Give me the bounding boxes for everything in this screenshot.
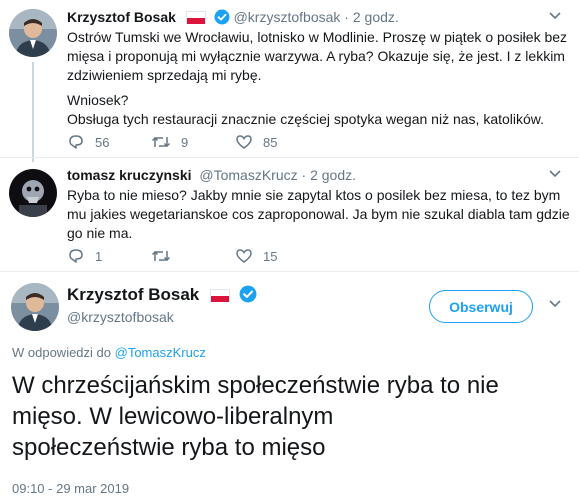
retweet-icon (151, 136, 171, 148)
reply-count: 1 (95, 248, 103, 264)
tweet-time[interactable]: 2 godz. (353, 9, 399, 25)
tweet-line: mięsa i proponują mi wyłącznie warzywa. … (67, 48, 565, 64)
like-count: 15 (263, 248, 278, 264)
chevron-down-icon[interactable] (548, 10, 562, 24)
tweet-actions: 1 15 (67, 248, 367, 268)
reply-button[interactable]: 1 (67, 248, 102, 264)
chevron-down-icon[interactable] (548, 168, 562, 182)
tweet-1[interactable]: Krzysztof Bosak @krzysztofbosak · 2 godz… (0, 0, 579, 162)
retweet-icon (151, 250, 171, 262)
author-handle[interactable]: @TomaszKrucz (199, 167, 297, 183)
tweet-line: Obsługa tych restauracji znacznie części… (67, 111, 545, 127)
tweet-line: zdziwieniem sprzedają mi rybę. (67, 67, 262, 83)
main-tweet-timestamp[interactable]: 09:10 - 29 mar 2019 (12, 481, 129, 496)
like-icon (236, 135, 252, 149)
reply-count: 56 (95, 134, 110, 150)
main-tweet-text: W chrześcijańskim społeczeństwie ryba to… (12, 370, 572, 463)
author-name[interactable]: tomasz kruczynski (67, 167, 192, 183)
follow-button[interactable]: Obserwuj (429, 290, 533, 323)
reply-button[interactable]: 56 (67, 134, 109, 150)
separator-dot: · (344, 9, 349, 25)
tweet-2[interactable]: tomasz kruczynski @TomaszKrucz · 2 godz.… (0, 158, 579, 270)
reply-context: W odpowiedzi do @TomaszKrucz (12, 345, 206, 360)
main-tweet-line: społeczeństwie ryba to mięso (12, 434, 326, 461)
main-author-name-text: Krzysztof Bosak (67, 285, 200, 304)
like-button[interactable]: 85 (235, 134, 277, 150)
avatar-kruczynski[interactable] (9, 169, 57, 217)
separator-dot: · (301, 167, 307, 183)
author-name[interactable]: Krzysztof Bosak (67, 9, 176, 25)
chevron-down-icon[interactable] (548, 298, 562, 312)
verified-icon (214, 9, 230, 29)
author-handle[interactable]: @krzysztofbosak (234, 9, 341, 25)
retweet-button[interactable] (151, 248, 181, 264)
thread-line (32, 62, 34, 162)
reply-prefix: W odpowiedzi do (12, 345, 111, 360)
tweet-time[interactable]: 2 godz. (310, 167, 356, 183)
main-author-name[interactable]: Krzysztof Bosak (67, 285, 257, 308)
like-count: 85 (263, 134, 278, 150)
retweet-button[interactable]: 9 (151, 134, 188, 150)
reply-icon (69, 249, 83, 263)
like-icon (236, 249, 252, 263)
tweet-line: Ryba to nie mieso? Jakby mnie sie zapyta… (67, 187, 561, 203)
flag-poland-icon (210, 289, 230, 302)
verified-icon (239, 285, 257, 308)
main-tweet-line: mięso. W lewicowo-liberalnym (12, 403, 334, 430)
tweet-text: Ostrów Tumski we Wrocławiu, lotnisko w M… (67, 28, 572, 129)
reply-icon (69, 135, 83, 149)
avatar-bosak-main[interactable] (11, 283, 59, 331)
tweet-header: Krzysztof Bosak @krzysztofbosak · 2 godz… (67, 8, 399, 29)
divider (0, 271, 579, 272)
reply-to-link[interactable]: @TomaszKrucz (115, 345, 206, 360)
like-button[interactable]: 15 (235, 248, 277, 264)
main-tweet-line: W chrześcijańskim społeczeństwie ryba to… (12, 372, 499, 399)
tweet-actions: 56 9 85 (67, 134, 367, 154)
flag-poland-icon (185, 11, 206, 24)
tweet-text: Ryba to nie mieso? Jakby mnie sie zapyta… (67, 186, 572, 243)
tweet-line: Ostrów Tumski we Wrocławiu, lotnisko w M… (67, 29, 568, 45)
retweet-count: 9 (181, 134, 189, 150)
tweet-line: go nie ma. (67, 225, 133, 241)
tweet-line: Wniosek? (67, 92, 129, 108)
avatar-bosak[interactable] (9, 9, 57, 57)
tweet-line: mu jakies wegetarianskoe cos zaproponowa… (67, 206, 570, 222)
main-author-handle[interactable]: @krzysztofbosak (67, 309, 174, 325)
tweet-header: tomasz kruczynski @TomaszKrucz · 2 godz. (67, 166, 356, 184)
